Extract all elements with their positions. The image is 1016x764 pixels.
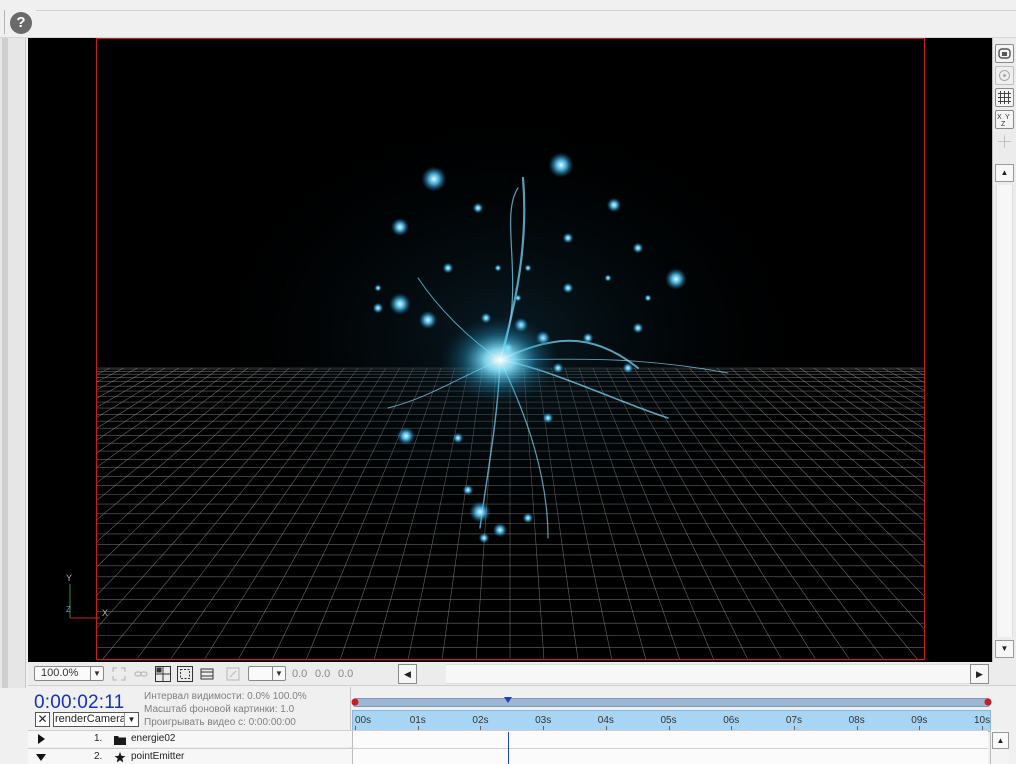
ruler-tick-label: 07s xyxy=(785,715,803,726)
svg-text:Y: Y xyxy=(1005,114,1010,121)
help-button[interactable]: ? xyxy=(10,12,32,34)
collapse-arrow-icon[interactable] xyxy=(36,752,46,762)
coord-z-value: 0.0 xyxy=(338,668,354,680)
top-toolbar: ? xyxy=(0,0,1016,38)
fit-view-icon[interactable] xyxy=(110,665,128,683)
render-preview-icon[interactable] xyxy=(198,665,216,683)
chevron-down-icon: ▼ xyxy=(124,713,138,726)
camera-close-button[interactable]: ✕ xyxy=(35,712,50,727)
composition-viewer[interactable]: Y Z X xyxy=(28,38,992,662)
scroll-up-icon: ▲ xyxy=(1000,168,1009,177)
layer-track[interactable] xyxy=(352,749,988,764)
axis-z-label: Z xyxy=(66,605,71,614)
time-ruler[interactable]: 00s 01s 02s 03s 04s 05s 06s 07s 08s 09s 10s xyxy=(352,710,991,732)
play-video-from-text: Проигрывать видео с: 0:00:00:00 xyxy=(144,717,296,728)
layer-name[interactable]: energie02 xyxy=(131,733,175,744)
svg-text:Z: Z xyxy=(1001,121,1006,128)
toolbar-divider xyxy=(36,10,1016,11)
ruler-tick-label: 04s xyxy=(597,715,614,726)
vertical-scroll-track[interactable] xyxy=(996,185,1013,637)
visibility-interval-text: Интервал видимости: 0.0% 100.0% xyxy=(144,691,307,702)
light-button[interactable] xyxy=(995,132,1014,151)
horizontal-scroll-track[interactable] xyxy=(446,664,982,684)
zoom-dropdown[interactable]: 100.0% ▼ xyxy=(34,666,104,681)
scroll-up-button[interactable]: ▲ xyxy=(995,164,1014,182)
timeline-scroll-up-button[interactable]: ▲ xyxy=(992,732,1009,749)
coord-x-value: 0.0 xyxy=(292,668,308,680)
ruler-tick-label: 03s xyxy=(535,715,552,726)
ruler-tick-label: 00s xyxy=(355,715,372,726)
folder-icon xyxy=(114,736,126,745)
layout-icon[interactable] xyxy=(154,665,172,683)
scroll-left-button[interactable]: ◀ xyxy=(398,664,417,684)
expand-arrow-icon[interactable] xyxy=(36,734,46,744)
bg-scale-text: Масштаб фоновой картинки: 1.0 xyxy=(144,704,295,715)
dock-handle[interactable] xyxy=(2,38,8,688)
grid-toggle-icon xyxy=(998,91,1011,104)
target-icon xyxy=(999,70,1010,81)
scroll-left-icon: ◀ xyxy=(404,669,411,679)
app-window: ? Y Z X X Y Z ▲ ▼ 100.0% ▼ ▼ 0.0 0.0 0.0… xyxy=(0,0,1016,764)
ruler-tick-label: 09s xyxy=(911,715,928,726)
axis-toggle-button[interactable]: XYZ xyxy=(995,110,1014,129)
link-icon[interactable] xyxy=(132,665,150,683)
star-icon xyxy=(114,752,126,763)
left-dock-strip[interactable] xyxy=(0,38,26,688)
ruler-tick-label: 01s xyxy=(409,715,426,726)
scroll-up-icon: ▲ xyxy=(996,736,1005,745)
layer-name[interactable]: pointEmitter xyxy=(131,751,184,762)
viewer-bottom-bar: 100.0% ▼ ▼ 0.0 0.0 0.0 ◀ ▶ xyxy=(28,662,1016,686)
channel-dropdown[interactable]: ▼ xyxy=(248,666,286,681)
light-icon xyxy=(998,135,1011,148)
camera-select[interactable]: renderCamera ▼ xyxy=(53,712,139,727)
chevron-down-icon: ▼ xyxy=(272,667,285,680)
zoom-value: 100.0% xyxy=(41,667,79,679)
target-button[interactable] xyxy=(995,66,1014,85)
grid-toggle-button[interactable] xyxy=(995,88,1014,107)
coord-y-value: 0.0 xyxy=(315,668,331,680)
playhead-line xyxy=(508,732,510,764)
camera-orbit-button[interactable] xyxy=(995,44,1014,63)
timeline-panel: 0:00:02:11 Интервал видимости: 0.0% 100.… xyxy=(28,687,1016,764)
scroll-down-button[interactable]: ▼ xyxy=(995,640,1014,658)
viewer-canvas[interactable]: Y Z X xyxy=(28,38,992,662)
ruler-tick-label: 05s xyxy=(660,715,677,726)
time-ruler-area[interactable]: 00s 01s 02s 03s 04s 05s 06s 07s 08s 09s 10s xyxy=(351,692,993,732)
edit-icon[interactable] xyxy=(224,665,242,683)
timeline-scrollbar[interactable]: ▲ xyxy=(990,730,1009,764)
toolbar-separator xyxy=(4,10,5,34)
particle-core xyxy=(440,316,560,404)
work-start-marker[interactable] xyxy=(351,698,361,708)
close-icon: ✕ xyxy=(37,712,48,726)
layer-number: 2. xyxy=(94,751,103,762)
ruler-tick-label: 06s xyxy=(723,715,740,726)
scroll-right-icon: ▶ xyxy=(976,669,983,679)
work-end-marker[interactable] xyxy=(983,698,993,708)
scroll-right-button[interactable]: ▶ xyxy=(970,664,989,684)
ruler-tick-label: 08s xyxy=(848,715,865,726)
work-area-bar[interactable] xyxy=(351,698,993,708)
viewer-tools-column: XYZ ▲ ▼ xyxy=(992,38,1016,662)
scroll-down-icon: ▼ xyxy=(1000,644,1009,653)
svg-text:X: X xyxy=(997,114,1002,121)
xyz-axis-icon: X YZ xyxy=(997,114,1010,128)
layer-number: 1. xyxy=(94,733,103,744)
ruler-tick-label: 02s xyxy=(472,715,489,726)
camera-select-value: renderCamera xyxy=(55,713,126,725)
axis-x-label: X xyxy=(102,608,108,618)
safe-frame-icon[interactable] xyxy=(176,665,194,683)
layer-track[interactable] xyxy=(352,731,988,748)
playhead-marker[interactable] xyxy=(503,697,513,704)
camera-orbit-icon xyxy=(998,48,1011,59)
ruler-tick-label: 10s xyxy=(974,715,991,726)
axis-y-label: Y xyxy=(66,573,72,583)
chevron-down-icon: ▼ xyxy=(90,667,103,680)
help-icon: ? xyxy=(16,14,26,31)
timecode-display[interactable]: 0:00:02:11 xyxy=(34,692,124,714)
